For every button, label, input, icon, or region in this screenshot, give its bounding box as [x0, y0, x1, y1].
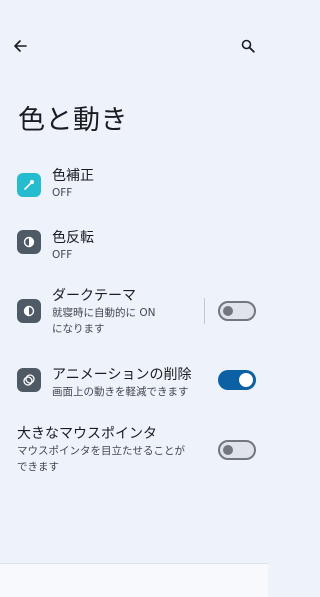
setting-title: アニメーションの削除: [52, 367, 192, 383]
toggle-knob: [223, 445, 233, 455]
toggle-knob: [239, 373, 253, 387]
animation-icon: [17, 368, 41, 392]
setting-title: 色反転: [52, 230, 94, 246]
divider: [204, 298, 205, 324]
setting-color-correction[interactable]: 色補正 OFF: [0, 165, 268, 205]
dark-theme-toggle[interactable]: [218, 301, 256, 321]
setting-title: 大きなマウスポインタ: [17, 426, 157, 442]
eyedropper-icon: [17, 173, 41, 197]
dark-theme-icon: [17, 299, 41, 323]
setting-status: OFF: [52, 187, 73, 199]
remove-animations-toggle[interactable]: [218, 370, 256, 390]
setting-color-inversion[interactable]: 色反転 OFF: [0, 227, 268, 267]
setting-description: マウスポインタを目立たせることが: [17, 445, 185, 457]
setting-description: 就寝時に自動的に ON: [52, 307, 156, 319]
search-button[interactable]: [236, 34, 260, 58]
search-icon: [241, 39, 255, 53]
invert-colors-icon: [17, 230, 41, 254]
setting-description: になります: [52, 323, 105, 335]
large-mouse-pointer-toggle[interactable]: [218, 440, 256, 460]
setting-description: できます: [17, 461, 59, 473]
top-app-bar: [0, 0, 268, 96]
arrow-back-icon: [14, 40, 27, 52]
setting-status: OFF: [52, 249, 73, 261]
setting-title: ダークテーマ: [52, 288, 136, 304]
setting-title: 色補正: [52, 168, 94, 184]
page-title: 色と動き: [18, 105, 128, 136]
setting-description: 画面上の動きを軽減できます: [52, 386, 189, 398]
toggle-knob: [223, 306, 233, 316]
navigation-bar: [0, 563, 268, 597]
back-button[interactable]: [8, 34, 32, 58]
